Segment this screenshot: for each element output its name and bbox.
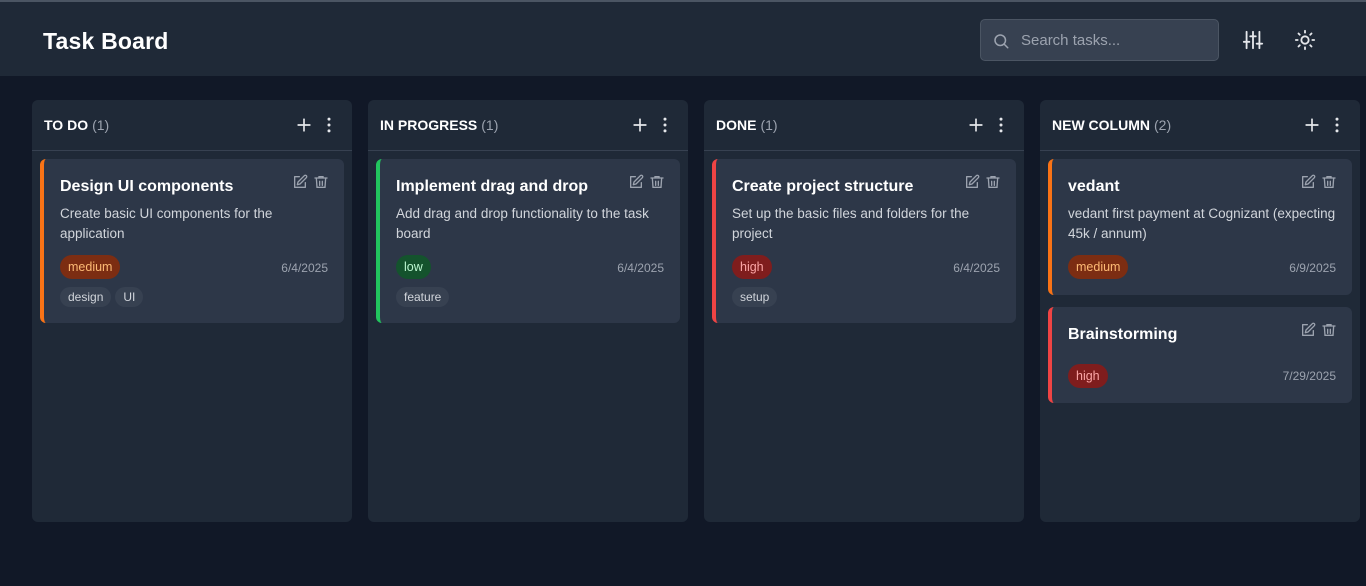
task-tags: feature [396,287,450,307]
add-task-button[interactable] [294,115,314,135]
add-task-button[interactable] [1302,115,1322,135]
edit-icon [294,174,308,188]
column-count: (1) [92,117,110,133]
task-date: 6/4/2025 [953,261,1000,275]
column-menu-button[interactable] [991,115,1011,135]
column-done: DONE (1) Create project structure Set up … [704,100,1024,522]
edit-task-button[interactable] [1300,174,1316,190]
task-description: Create basic UI components for the appli… [60,206,273,241]
task-title: Implement drag and drop [396,178,589,195]
edit-task-button[interactable] [628,174,644,190]
column-header: TO DO (1) [32,100,352,151]
column-new-column: NEW COLUMN (2) vedant vedant first paymen… [1040,100,1360,522]
task-card[interactable]: Create project structure Set up the basi… [712,159,1016,323]
column-title: NEW COLUMN (2) [1052,117,1172,133]
column-menu-button[interactable] [319,115,339,135]
column-title: DONE (1) [716,117,778,133]
add-task-button[interactable] [966,115,986,135]
plus-icon [1305,118,1319,132]
edit-task-button[interactable] [292,174,308,190]
task-tags: setup [732,287,778,307]
priority-badge: low [396,255,431,279]
task-description: Add drag and drop functionality to the t… [396,206,649,241]
task-tags: design UI [60,287,144,307]
tag: feature [396,287,450,307]
more-vertical-icon [1335,117,1339,133]
edit-task-button[interactable] [964,174,980,190]
trash-icon [650,176,664,188]
edit-icon [966,174,980,188]
delete-task-button[interactable] [1321,322,1337,338]
task-date: 6/4/2025 [281,261,328,275]
edit-icon [1302,322,1316,336]
column-title: IN PROGRESS (1) [380,117,499,133]
priority-badge: medium [1068,255,1129,279]
plus-icon [297,118,311,132]
edit-icon [1302,174,1316,188]
tag: design [60,287,112,307]
column-menu-button[interactable] [655,115,675,135]
column-menu-button[interactable] [1327,115,1347,135]
delete-task-button[interactable] [313,174,329,190]
task-title: Brainstorming [1068,326,1178,343]
task-title: Create project structure [732,178,914,195]
trash-icon [1322,324,1336,336]
priority-badge: high [732,255,772,279]
column-count: (1) [481,117,499,133]
column-title: TO DO (1) [44,117,110,133]
trash-icon [314,176,328,188]
more-vertical-icon [663,117,667,133]
theme-toggle-button[interactable] [1294,29,1316,51]
task-card[interactable]: Implement drag and drop Add drag and dro… [376,159,680,323]
task-card[interactable]: vedant vedant first payment at Cognizant… [1048,159,1352,295]
column-header: IN PROGRESS (1) [368,100,688,151]
task-description: Set up the basic files and folders for t… [732,206,970,241]
task-card[interactable]: Design UI components Create basic UI com… [40,159,344,323]
task-title: vedant [1068,178,1120,195]
sliders-icon [1242,30,1264,50]
column-in-progress: IN PROGRESS (1) Implement drag and drop A… [368,100,688,522]
priority-badge: high [1068,364,1108,388]
filter-button[interactable] [1242,29,1264,51]
sun-icon [1294,29,1316,51]
column-count: (2) [1154,117,1172,133]
column-todo: TO DO (1) Design UI components Create bas… [32,100,352,522]
plus-icon [969,118,983,132]
column-count: (1) [760,117,778,133]
trash-icon [1322,176,1336,188]
column-header: DONE (1) [704,100,1024,151]
delete-task-button[interactable] [985,174,1001,190]
task-description: vedant first payment at Cognizant (expec… [1068,206,1336,241]
task-date: 7/29/2025 [1282,369,1336,383]
task-title: Design UI components [60,178,234,195]
more-vertical-icon [327,117,331,133]
task-date: 6/4/2025 [617,261,664,275]
tag: UI [115,287,144,307]
edit-icon [630,174,644,188]
plus-icon [633,118,647,132]
tag: setup [732,287,778,307]
page-title: Task Board [43,28,169,54]
priority-badge: medium [60,255,121,279]
app-header: Task Board [0,0,1366,76]
edit-task-button[interactable] [1300,322,1316,338]
add-task-button[interactable] [630,115,650,135]
column-header: NEW COLUMN (2) [1040,100,1360,151]
task-date: 6/9/2025 [1289,261,1336,275]
search-box[interactable] [980,19,1219,61]
delete-task-button[interactable] [649,174,665,190]
search-input[interactable] [1021,29,1211,51]
task-card[interactable]: Brainstorming high 7/29/2025 [1048,307,1352,403]
more-vertical-icon [999,117,1003,133]
delete-task-button[interactable] [1321,174,1337,190]
search-icon [992,32,1010,50]
trash-icon [986,176,1000,188]
